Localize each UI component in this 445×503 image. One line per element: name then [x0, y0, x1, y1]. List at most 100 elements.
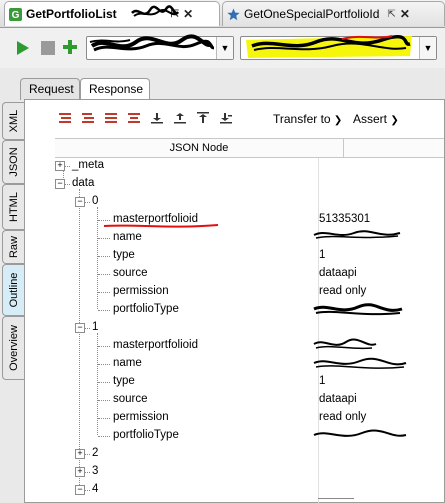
node-name: type	[113, 249, 135, 261]
node-name: name	[113, 231, 142, 243]
node-name: 0	[92, 195, 99, 207]
move-up-icon[interactable]	[197, 112, 209, 124]
close-icon[interactable]: ✕	[183, 7, 193, 21]
tab-label: GetPortfolioList	[26, 7, 117, 21]
tree-row[interactable]: −0	[0, 193, 445, 211]
tree-connector	[85, 472, 90, 473]
tree-connector	[98, 400, 110, 401]
redacted-text	[121, 9, 167, 19]
tab-getportfoliolist[interactable]: G GetPortfolioList ⇱ ✕	[4, 1, 220, 26]
tree-row[interactable]: name	[0, 229, 445, 247]
tab-label: Request	[29, 82, 74, 96]
tree-connector	[98, 274, 110, 275]
node-value: read only	[319, 285, 367, 297]
environment-select[interactable]: ▼	[240, 36, 437, 60]
menu-label: Assert	[353, 112, 388, 126]
tree-row[interactable]: +2	[0, 445, 445, 463]
star-icon	[227, 8, 240, 20]
tree-row[interactable]: source dataapi	[0, 265, 445, 283]
tree-connector	[98, 238, 110, 239]
endpoint-select[interactable]: ▼	[86, 36, 234, 60]
tree-row[interactable]: permission read only	[0, 283, 445, 301]
collapse-down-icon[interactable]	[174, 112, 186, 124]
align-lines-icon[interactable]	[105, 112, 117, 124]
assert-menu[interactable]: Assert ❯	[353, 112, 399, 126]
tree-connector	[98, 220, 110, 221]
tab-response[interactable]: Response	[80, 78, 150, 100]
node-name: source	[113, 267, 148, 279]
node-name: masterportfolioid	[113, 213, 199, 225]
chevron-down-icon: ❯	[390, 115, 399, 126]
tree-connector	[98, 364, 110, 365]
tree-row[interactable]: masterportfolioid 51335301	[0, 211, 445, 229]
node-name: name	[113, 357, 142, 369]
node-name: portfolioType	[113, 429, 179, 441]
node-value: 51335301	[319, 213, 371, 225]
collapse-icon[interactable]: −	[75, 485, 85, 495]
node-name: source	[113, 393, 148, 405]
stop-icon[interactable]	[41, 41, 55, 55]
tree-row[interactable]: name	[0, 355, 445, 373]
tree-row[interactable]: + _meta	[0, 157, 445, 175]
tree-connector	[65, 166, 70, 167]
tab-request[interactable]: Request	[20, 78, 80, 100]
indent-lines-icon[interactable]	[59, 112, 71, 124]
play-icon[interactable]	[16, 40, 30, 56]
expand-down-icon[interactable]	[151, 112, 163, 124]
add-icon[interactable]	[62, 39, 78, 55]
truncated-value	[318, 498, 354, 501]
collapse-icon[interactable]: −	[75, 197, 85, 207]
expand-icon[interactable]: +	[75, 467, 85, 477]
tree-row[interactable]: permission read only	[0, 409, 445, 427]
tree-connector	[85, 328, 90, 329]
node-name: data	[72, 177, 95, 189]
indent-lines-icon[interactable]	[82, 112, 94, 124]
tree-connector	[98, 292, 110, 293]
tab-getonespecialportfolioid[interactable]: GetOneSpecialPortfolioId ⇱ ✕	[222, 1, 445, 26]
node-name: 2	[92, 447, 99, 459]
node-name: portfolioType	[113, 303, 179, 315]
close-icon[interactable]: ✕	[400, 7, 410, 21]
move-down-icon[interactable]	[220, 112, 232, 124]
tree-connector	[98, 418, 110, 419]
transfer-to-menu[interactable]: Transfer to ❯	[273, 112, 342, 126]
tab-label: GetOneSpecialPortfolioId	[244, 7, 380, 21]
chevron-down-icon[interactable]: ▼	[216, 37, 233, 59]
menu-label: Transfer to	[273, 112, 331, 126]
collapse-icon[interactable]: −	[75, 323, 85, 333]
column-header-json-node[interactable]: JSON Node	[55, 139, 344, 157]
soap-request-icon: G	[9, 7, 22, 21]
tree-row[interactable]: type 1	[0, 247, 445, 265]
tree-connector	[98, 256, 110, 257]
node-value: 1	[319, 375, 326, 387]
tab-label: Response	[89, 82, 144, 96]
tree-connector	[65, 184, 70, 185]
tree-row[interactable]: portfolioType	[0, 427, 445, 445]
node-name: 1	[92, 321, 99, 333]
node-value: dataapi	[319, 267, 357, 279]
detach-icon[interactable]: ⇱	[171, 9, 179, 20]
tree-row[interactable]: masterportfolioid	[0, 337, 445, 355]
tree-row[interactable]: +3	[0, 463, 445, 481]
tree-connector	[98, 436, 110, 437]
node-value: dataapi	[319, 393, 357, 405]
expand-icon[interactable]: +	[75, 449, 85, 459]
tree-row[interactable]: −1	[0, 319, 445, 337]
chevron-down-icon[interactable]: ▼	[419, 37, 436, 59]
tree-row[interactable]: portfolioType	[0, 301, 445, 319]
detach-icon[interactable]: ⇱	[387, 9, 395, 20]
align-lines-icon[interactable]	[128, 112, 140, 124]
expand-icon[interactable]: +	[55, 161, 65, 171]
collapse-icon[interactable]: −	[55, 179, 65, 189]
tree-row[interactable]: − data	[0, 175, 445, 193]
node-name: 4	[92, 483, 99, 495]
svg-text:G: G	[12, 10, 20, 21]
tree-connector	[85, 454, 90, 455]
node-name: type	[113, 375, 135, 387]
editor-tab-bar: G GetPortfolioList ⇱ ✕ GetOneSpecialPort…	[0, 0, 445, 28]
tree-row[interactable]: type 1	[0, 373, 445, 391]
tree-row[interactable]: source dataapi	[0, 391, 445, 409]
tab-xml[interactable]: XML	[2, 102, 24, 140]
tree-column-header: JSON Node	[55, 138, 444, 158]
tree-row[interactable]: −4	[0, 481, 445, 499]
